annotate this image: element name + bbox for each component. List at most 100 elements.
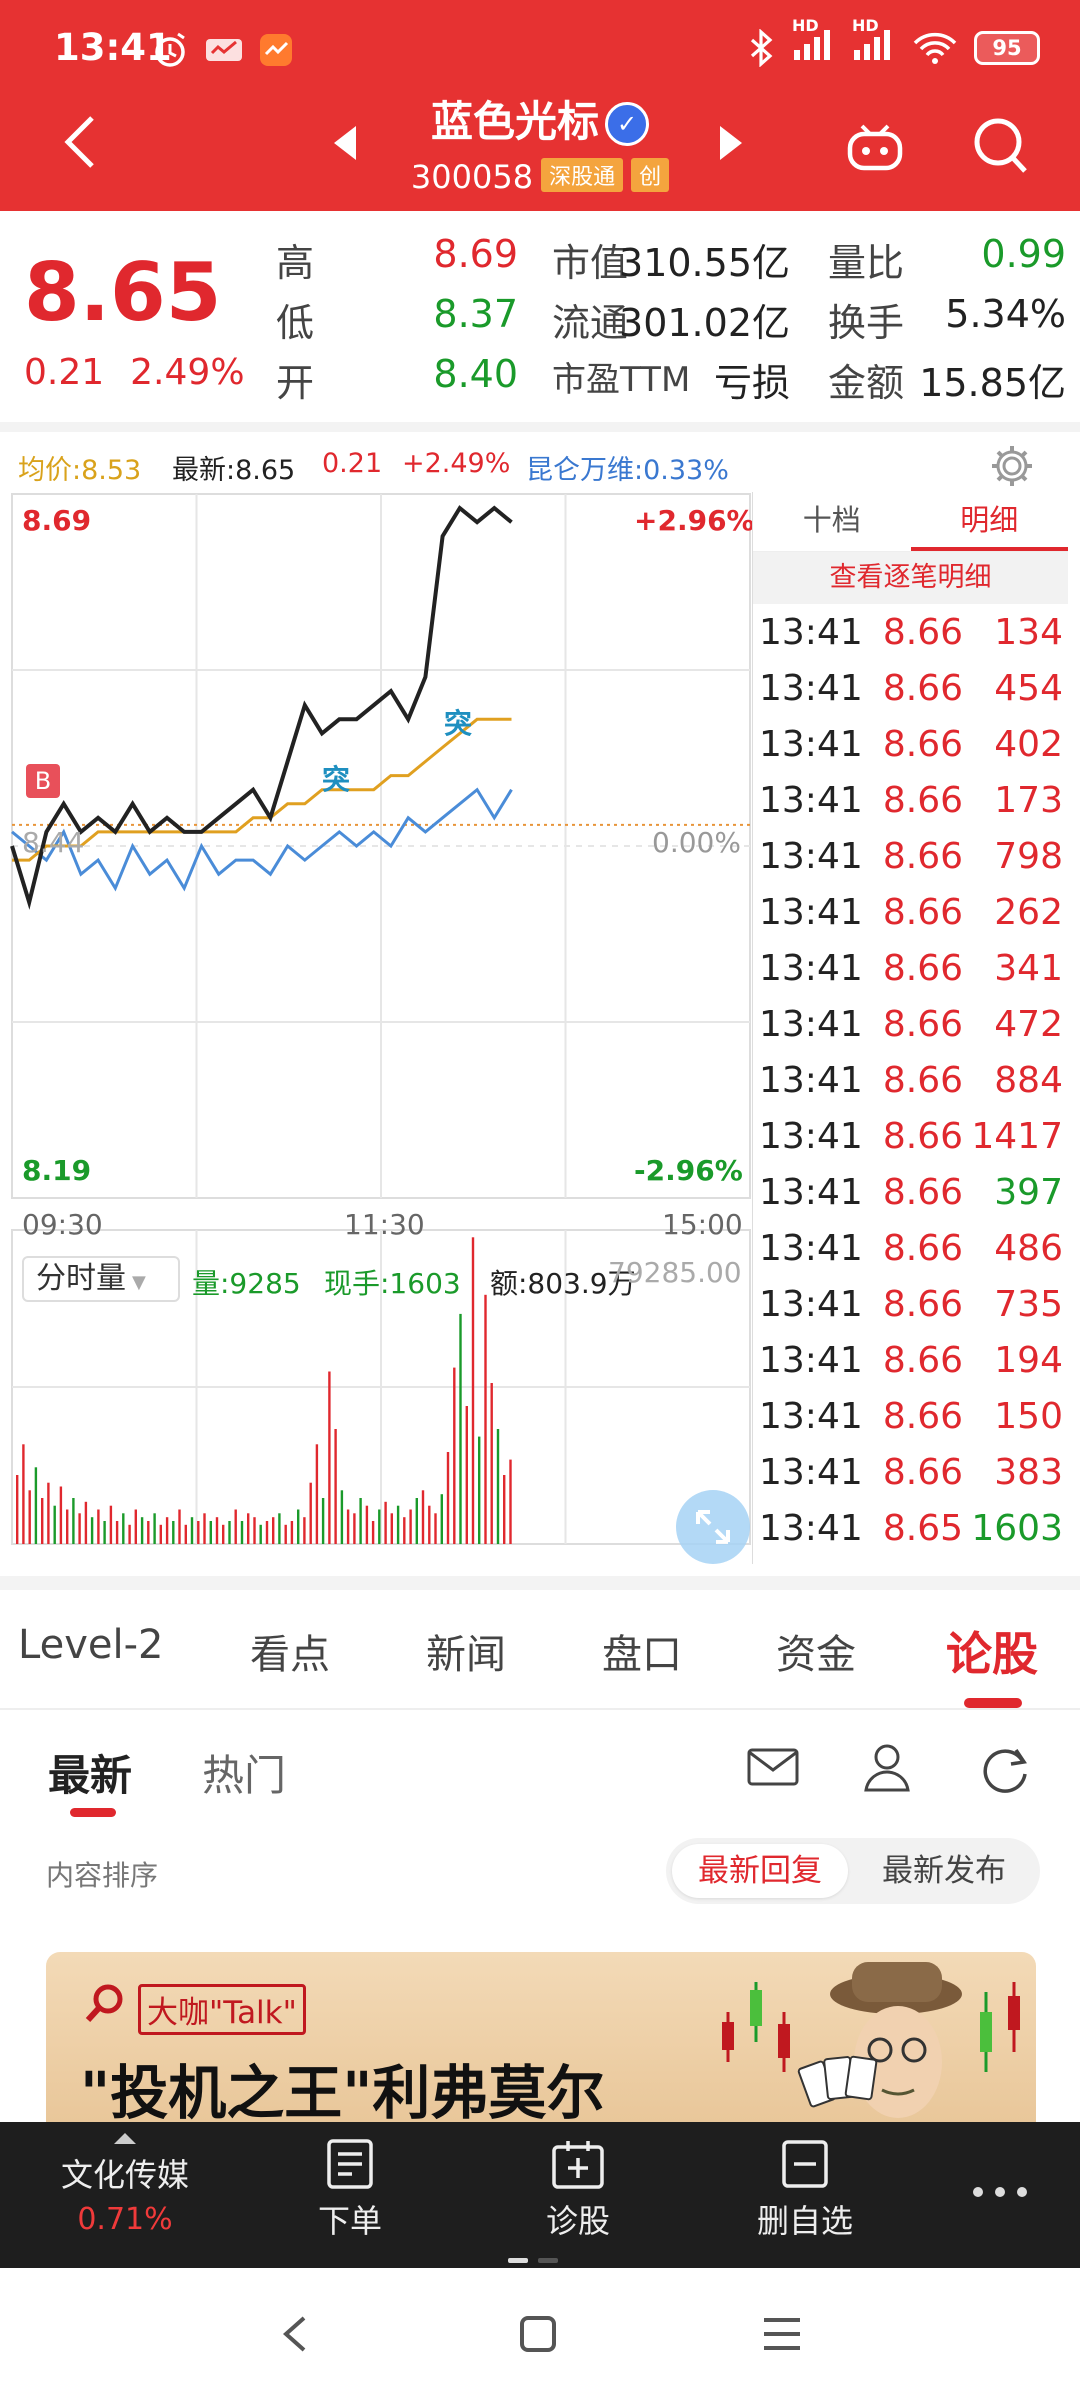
app-header: 13:41 HD HD 95 蓝色光标 ✓ 300058 深股通创 (0, 0, 1080, 211)
volume-bar (303, 1517, 306, 1544)
volume-bar (278, 1513, 281, 1544)
latest-price: 最新:8.65 (172, 455, 296, 486)
volume-bar (184, 1524, 187, 1544)
nav-home-icon[interactable] (518, 2314, 558, 2354)
turnover-value: 5.34% (945, 292, 1066, 336)
volume-bar (134, 1509, 137, 1544)
sort-label: 内容排序 (46, 1859, 159, 1892)
subtab-hot[interactable]: 热门 (202, 1742, 286, 1803)
tab-ten-levels[interactable]: 十档 (753, 492, 911, 551)
turnover-label: 换手 (828, 301, 905, 345)
trade-time: 13:41 (759, 1227, 863, 1269)
trade-time: 13:41 (759, 1339, 863, 1381)
tab-discussion[interactable]: 论股 (946, 1618, 1038, 1684)
volume-bar (421, 1490, 425, 1544)
intraday-chart[interactable] (0, 490, 752, 1570)
next-stock-button[interactable] (720, 126, 742, 160)
nav-back-icon[interactable] (280, 2314, 310, 2354)
volume-bar (272, 1517, 275, 1544)
trade-row: 13:41 8.65 1603 (753, 1500, 1068, 1556)
amount-label: 金额 (828, 361, 905, 405)
chevron-up-icon[interactable] (112, 2130, 138, 2146)
volume-bar (321, 1498, 325, 1544)
order-icon (327, 2139, 373, 2189)
divider (0, 1576, 1080, 1590)
trade-row: 13:41 8.66 472 (753, 996, 1068, 1052)
app-notify-icon (206, 39, 242, 61)
volume-bar (253, 1517, 256, 1544)
trade-price: 8.66 (882, 1283, 963, 1325)
system-navigation-bar (0, 2268, 1080, 2400)
subtab-latest[interactable]: 最新 (48, 1742, 132, 1803)
refresh-icon[interactable] (978, 1742, 1032, 1796)
trade-row: 13:41 8.66 735 (753, 1276, 1068, 1332)
trade-row: 13:41 8.66 454 (753, 660, 1068, 716)
tab-level2[interactable]: Level-2 (18, 1622, 163, 1668)
volume-bar (215, 1517, 219, 1544)
tab-highlights[interactable]: 看点 (250, 1622, 330, 1680)
sort-latest-reply[interactable]: 最新回复 (672, 1844, 848, 1898)
search-icon (85, 1984, 123, 2023)
breakout-marker-2[interactable]: 突 (444, 702, 472, 742)
alarm-icon (155, 32, 185, 67)
compare-index[interactable]: 昆仑万维:0.33% (526, 448, 729, 487)
volume-bar (440, 1494, 443, 1544)
tab-news[interactable]: 新闻 (426, 1622, 506, 1680)
volume-bar (209, 1521, 212, 1544)
stock-title: 蓝色光标 ✓ (0, 88, 1080, 149)
order-button[interactable]: 下单 (290, 2122, 410, 2268)
banner-tag: 大咖"Talk" (138, 1984, 306, 2035)
more-icon[interactable] (970, 2184, 1030, 2200)
change-percent: 2.49% (130, 352, 245, 393)
tab-funds[interactable]: 资金 (776, 1622, 856, 1680)
volume-bar (297, 1509, 300, 1544)
tab-orderbook[interactable]: 盘口 (602, 1622, 682, 1680)
diagnose-button[interactable]: 诊股 (518, 2122, 638, 2268)
trade-volume: 1603 (971, 1507, 1063, 1549)
breakout-marker-1[interactable]: 突 (322, 758, 350, 798)
volume-bar (147, 1521, 150, 1544)
volume-bar (109, 1505, 113, 1544)
trade-detail-panel: 十档 明细 查看逐笔明细 13:41 8.66 134 13:41 8.66 454 13:… (752, 492, 1068, 1564)
volume-bar (359, 1498, 362, 1544)
sector-name[interactable]: 文化传媒 (0, 2150, 250, 2196)
info-pct: +2.49% (402, 448, 511, 479)
volume-bar (178, 1509, 181, 1544)
trade-list[interactable]: 13:41 8.66 134 13:41 8.66 454 13:41 8.66 402 13:4… (753, 604, 1068, 1556)
view-tick-detail-link[interactable]: 查看逐笔明细 (753, 552, 1068, 604)
volume-selector[interactable]: 分时量 ▼ (22, 1256, 180, 1302)
volume-bar (309, 1482, 312, 1544)
gear-icon[interactable] (988, 442, 1036, 490)
quote-panel: 8.65 0.21 2.49% 高 8.69 低 8.37 开 8.40 市值 3… (0, 212, 1080, 420)
trade-time: 13:41 (759, 835, 863, 877)
volume-bar (259, 1524, 262, 1544)
fullscreen-button[interactable] (676, 1490, 750, 1564)
trade-row: 13:41 8.66 150 (753, 1388, 1068, 1444)
trade-time: 13:41 (759, 1003, 863, 1045)
trade-row: 13:41 8.66 341 (753, 940, 1068, 996)
trade-price: 8.66 (882, 947, 963, 989)
volume-bar (415, 1498, 418, 1544)
open-label: 开 (276, 361, 315, 405)
x-label-noon: 11:30 (344, 1208, 425, 1241)
volume-bar (172, 1521, 175, 1544)
nav-menu-icon[interactable] (762, 2316, 802, 2352)
divider (0, 422, 1080, 432)
remove-label: 删自选 (756, 2202, 853, 2240)
robot-icon[interactable] (846, 118, 904, 174)
trade-volume: 262 (994, 891, 1063, 933)
sort-latest-post[interactable]: 最新发布 (856, 1844, 1032, 1898)
volume-bar (59, 1486, 63, 1544)
user-icon[interactable] (862, 1742, 912, 1794)
trade-row: 13:41 8.66 1417 (753, 1108, 1068, 1164)
mail-icon[interactable] (746, 1742, 800, 1792)
promo-banner[interactable]: 大咖"Talk" "投机之王"利弗莫尔 (46, 1952, 1036, 2122)
high-label: 高 (276, 241, 315, 285)
tab-detail[interactable]: 明细 (910, 492, 1068, 551)
search-icon[interactable] (972, 116, 1030, 176)
page-indicator (508, 2258, 558, 2263)
vr-value: 0.99 (981, 232, 1066, 276)
mcap-label: 市值 (552, 241, 629, 285)
remove-watchlist-button[interactable]: 删自选 (740, 2122, 870, 2268)
buy-marker[interactable]: B (26, 764, 60, 798)
